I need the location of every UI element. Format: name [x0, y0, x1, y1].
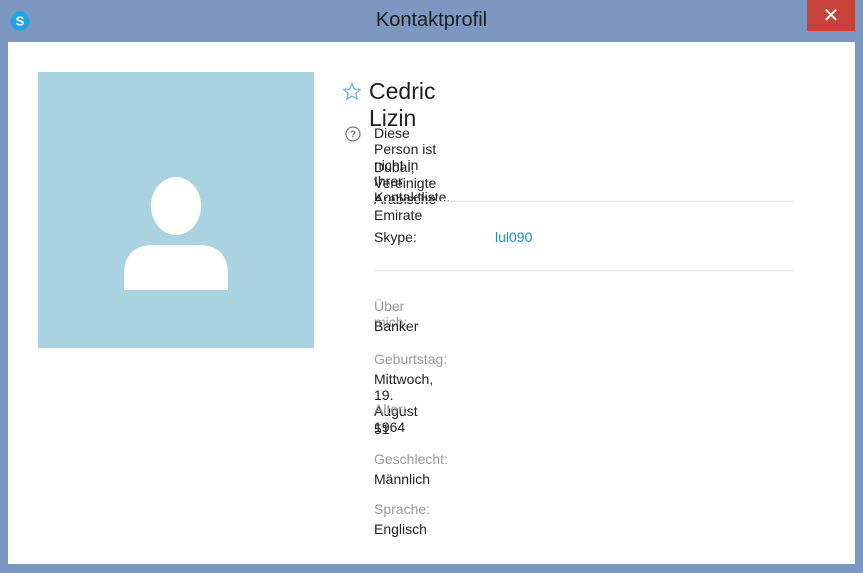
skype-id-link[interactable]: lul090 [495, 229, 532, 245]
avatar [38, 72, 314, 348]
contact-profile-window: S Kontaktprofil ✕ Cedric Lizin ? Diese P… [0, 0, 863, 573]
profile-content: Cedric Lizin ? Diese Person ist nicht in… [8, 42, 855, 564]
field-label-birthday: Geburtstag: [374, 351, 448, 367]
svg-text:?: ? [350, 130, 356, 141]
favorite-star-icon[interactable] [342, 82, 362, 102]
field-value-gender: Männlich [374, 471, 431, 487]
question-circle-icon: ? [345, 126, 361, 142]
divider [374, 201, 794, 202]
window-title: Kontaktprofil [375, 9, 488, 31]
title-bar[interactable]: S Kontaktprofil ✕ [0, 0, 863, 42]
field-label-gender: Geschlecht: [374, 451, 448, 467]
default-user-icon [124, 177, 228, 290]
field-value-age: 51 [374, 421, 390, 437]
field-label-age: Alter: [374, 401, 407, 417]
field-value-language: Englisch [374, 521, 427, 537]
field-value-about: Banker [374, 318, 419, 334]
close-icon: ✕ [822, 3, 840, 27]
close-button[interactable]: ✕ [807, 0, 855, 31]
divider [374, 270, 794, 271]
contact-name: Cedric Lizin [369, 78, 436, 131]
location: Dubai, Vereinigte Arabische Emirate [374, 159, 437, 223]
skype-label: Skype: [374, 229, 417, 245]
field-label-language: Sprache: [374, 501, 431, 517]
